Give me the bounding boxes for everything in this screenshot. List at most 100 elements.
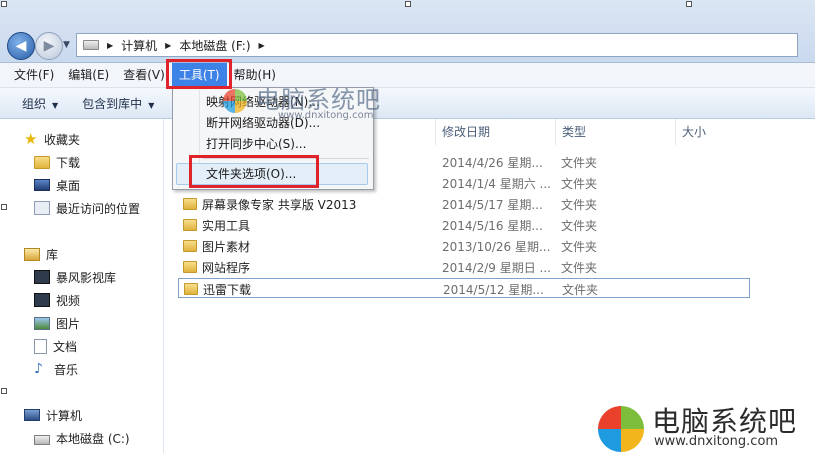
nav-computer[interactable]: 计算机 (24, 405, 82, 425)
breadcrumb-drive-f[interactable]: 本地磁盘 (F:) (179, 37, 250, 54)
folder-icon (184, 283, 198, 295)
folder-icon (183, 219, 197, 231)
star-icon: ★ (24, 130, 38, 148)
nav-favorites-label: 收藏夹 (44, 132, 81, 147)
picture-icon (34, 316, 50, 330)
file-name: 迅雷下载 (203, 283, 252, 297)
nav-local-disk-c-label: 本地磁盘 (C:) (56, 431, 130, 446)
menu-edit[interactable]: 编辑(E) (61, 63, 116, 87)
nav-local-disk-c[interactable]: 本地磁盘 (C:) (34, 428, 130, 448)
caret-down-icon: ▼ (148, 100, 155, 110)
desktop-icon (34, 179, 50, 191)
film-icon (34, 293, 50, 307)
nav-videos-label: 视频 (56, 293, 81, 308)
recent-pages-dropdown[interactable]: ▼ (63, 40, 70, 50)
computer-icon (24, 409, 40, 421)
resize-handle (1, 1, 7, 7)
resize-handle (405, 1, 411, 7)
recent-places-icon (34, 201, 50, 215)
watermark-url: www.dnxitong.com (278, 110, 374, 121)
navigation-pane: ★ 收藏夹 下载 桌面 最近访问的位置 库 暴风影视库 视频 图片 文档 ♪ 音… (0, 119, 164, 453)
file-name: 实用工具 (202, 219, 251, 233)
file-row[interactable]: 图片素材 2013/10/26 星期... 文件夹 (178, 236, 750, 256)
organize-button[interactable]: 组织 ▼ (0, 95, 70, 112)
document-icon (34, 338, 47, 354)
nav-storm-video[interactable]: 暴风影视库 (34, 267, 116, 287)
nav-storm-video-label: 暴风影视库 (56, 270, 117, 285)
file-type: 文件夹 (561, 240, 598, 254)
file-date: 2014/4/26 星期... (442, 156, 543, 170)
nav-documents-label: 文档 (53, 339, 78, 354)
video-library-icon (34, 270, 50, 284)
address-bar[interactable]: ▶ 计算机 ▶ 本地磁盘 (F:) ▶ (76, 33, 798, 57)
nav-pictures-label: 图片 (56, 316, 81, 331)
file-date: 2013/10/26 星期... (442, 240, 551, 254)
nav-music-label: 音乐 (54, 362, 79, 377)
folder-icon (183, 240, 197, 252)
caret-down-icon: ▼ (52, 100, 59, 110)
menu-file[interactable]: 文件(F) (7, 63, 61, 87)
file-date: 2014/1/4 星期六 ... (442, 177, 551, 191)
file-type: 文件夹 (562, 283, 599, 297)
file-name: 屏幕录像专家 共享版 V2013 (202, 198, 357, 212)
folder-icon (183, 198, 197, 210)
resize-handle (686, 1, 692, 7)
column-type-header[interactable]: 类型 (556, 119, 676, 145)
download-folder-icon (34, 155, 50, 169)
nav-videos[interactable]: 视频 (34, 290, 80, 310)
resize-handle (1, 388, 7, 394)
file-name: 图片素材 (202, 240, 251, 254)
column-size-header[interactable]: 大小 (676, 119, 815, 145)
drive-icon (83, 40, 99, 50)
nav-recent-label: 最近访问的位置 (56, 201, 141, 216)
nav-music[interactable]: ♪ 音乐 (34, 359, 78, 379)
file-row-selected[interactable]: 迅雷下载 2014/5/12 星期... 文件夹 (178, 278, 750, 298)
music-note-icon: ♪ (34, 361, 43, 377)
nav-computer-label: 计算机 (46, 408, 83, 423)
chevron-right-icon[interactable]: ▶ (259, 41, 265, 50)
file-row[interactable]: 实用工具 2014/5/16 星期... 文件夹 (178, 215, 750, 235)
menu-item-open-sync-center[interactable]: 打开同步中心(S)... (206, 134, 306, 154)
annotation-box-tools-menu (166, 59, 232, 89)
file-row[interactable]: 网站程序 2014/2/9 星期日 ... 文件夹 (178, 257, 750, 277)
file-type: 文件夹 (561, 198, 598, 212)
nav-downloads[interactable]: 下载 (34, 152, 80, 172)
include-label: 包含到库中 (82, 96, 143, 111)
back-button[interactable]: ◀ (7, 32, 35, 60)
forward-button[interactable]: ▶ (35, 32, 63, 60)
library-icon (24, 247, 40, 261)
nav-pictures[interactable]: 图片 (34, 313, 80, 333)
file-type: 文件夹 (561, 261, 598, 275)
nav-desktop-label: 桌面 (56, 178, 81, 193)
nav-downloads-label: 下载 (56, 155, 81, 170)
nav-documents[interactable]: 文档 (34, 336, 77, 356)
organize-label: 组织 (22, 96, 47, 111)
file-name: 网站程序 (202, 261, 251, 275)
nav-favorites[interactable]: ★ 收藏夹 (24, 129, 80, 149)
nav-desktop[interactable]: 桌面 (34, 175, 80, 195)
annotation-box-folder-options (189, 155, 319, 188)
include-in-library-button[interactable]: 包含到库中 ▼ (70, 95, 166, 112)
watermark-top: 电脑系统吧 www.dnxitong.com (222, 80, 412, 126)
explorer-window: ◀ ▶ ▼ ▶ 计算机 ▶ 本地磁盘 (F:) ▶ 文件(F) 编辑(E) 查看… (0, 0, 815, 453)
column-modified-header[interactable]: 修改日期 (436, 119, 556, 145)
resize-handle (1, 204, 7, 210)
nav-libraries[interactable]: 库 (24, 244, 58, 264)
file-type: 文件夹 (561, 156, 598, 170)
watermark-bottom: 电脑系统吧 www.dnxitong.com (592, 398, 815, 453)
chevron-right-icon[interactable]: ▶ (165, 41, 171, 50)
file-type: 文件夹 (561, 219, 598, 233)
chevron-right-icon[interactable]: ▶ (107, 41, 113, 50)
folder-icon (183, 261, 197, 273)
file-type: 文件夹 (561, 177, 598, 191)
nav-recent-places[interactable]: 最近访问的位置 (34, 198, 140, 218)
nav-libraries-label: 库 (46, 247, 59, 262)
menu-view[interactable]: 查看(V) (116, 63, 172, 87)
file-date: 2014/5/12 星期... (443, 283, 544, 297)
watermark-url: www.dnxitong.com (654, 434, 779, 449)
file-row[interactable]: 屏幕录像专家 共享版 V2013 2014/5/17 星期... 文件夹 (178, 194, 750, 214)
file-date: 2014/5/16 星期... (442, 219, 543, 233)
arrow-right-icon: ▶ (43, 38, 55, 54)
breadcrumb-computer[interactable]: 计算机 (121, 37, 157, 54)
title-address-area: ◀ ▶ ▼ ▶ 计算机 ▶ 本地磁盘 (F:) ▶ (0, 0, 815, 63)
